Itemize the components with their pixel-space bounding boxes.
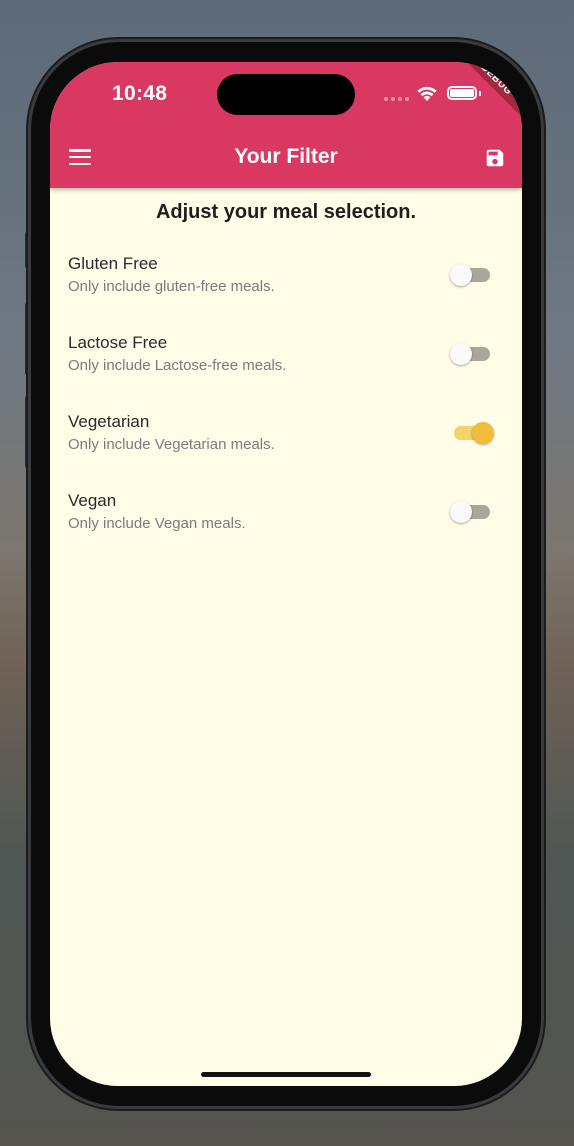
app-bar: 10:48 DEBUG Your Filter <box>50 62 522 188</box>
battery-icon <box>447 86 477 100</box>
page-heading: Adjust your meal selection. <box>155 201 417 223</box>
filter-subtitle: Only include Vegetarian meals. <box>68 436 275 453</box>
filter-title: Vegan <box>68 491 117 510</box>
filter-title: Gluten Free <box>68 254 158 273</box>
cellular-signal-icon <box>384 97 409 101</box>
filter-vegan[interactable]: Vegan Only include Vegan meals. <box>68 491 508 551</box>
dynamic-island <box>217 74 355 115</box>
phone-frame: 10:48 DEBUG Your Filter Adjust your meal… <box>31 42 541 1106</box>
filter-subtitle: Only include gluten-free meals. <box>68 278 275 295</box>
vegetarian-toggle[interactable] <box>450 421 494 445</box>
wifi-icon <box>417 86 437 101</box>
filters-page: Adjust your meal selection. <box>50 188 522 224</box>
volume-down-button <box>25 396 29 468</box>
vegan-toggle[interactable] <box>450 500 494 524</box>
page-title: Your Filter <box>234 145 338 168</box>
filter-gluten-free[interactable]: Gluten Free Only include gluten-free mea… <box>68 254 508 314</box>
home-indicator[interactable] <box>201 1072 371 1077</box>
filter-vegetarian[interactable]: Vegetarian Only include Vegetarian meals… <box>68 412 508 472</box>
volume-up-button <box>25 303 29 375</box>
filter-lactose-free[interactable]: Lactose Free Only include Lactose-free m… <box>68 333 508 393</box>
screen: 10:48 DEBUG Your Filter Adjust your meal… <box>50 62 522 1086</box>
battery-tip <box>479 91 481 96</box>
filter-subtitle: Only include Vegan meals. <box>68 515 246 532</box>
filter-title: Vegetarian <box>68 412 150 431</box>
mute-switch <box>25 232 29 268</box>
lactose-free-toggle[interactable] <box>450 342 494 366</box>
status-time: 10:48 <box>112 82 168 105</box>
filter-title: Lactose Free <box>68 333 168 352</box>
save-icon[interactable] <box>484 147 506 169</box>
gluten-free-toggle[interactable] <box>450 263 494 287</box>
filter-subtitle: Only include Lactose-free meals. <box>68 357 287 374</box>
power-button <box>542 352 546 468</box>
